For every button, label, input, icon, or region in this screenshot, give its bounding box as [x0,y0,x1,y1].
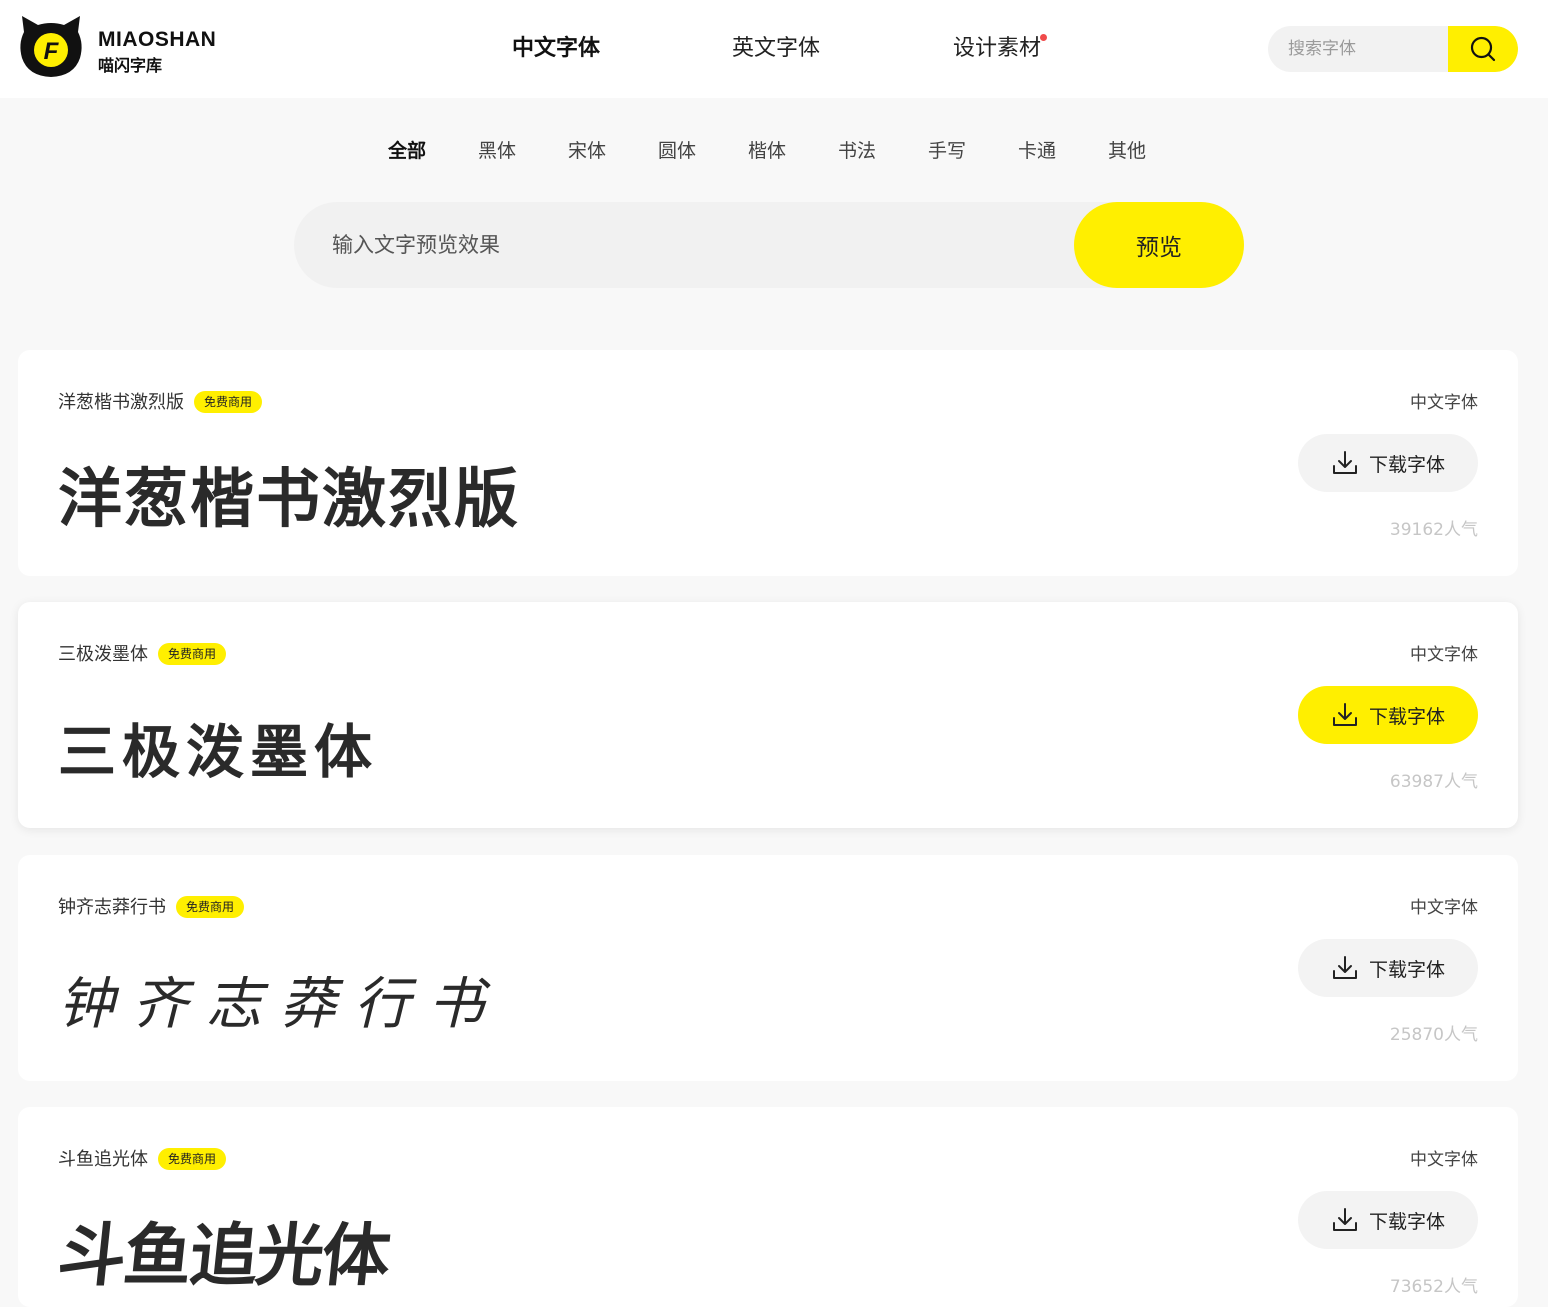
tab-songti[interactable]: 宋体 [568,136,606,163]
font-name: 三极泼墨体 免费商用 [58,640,227,666]
font-category[interactable]: 中文字体 [1410,640,1478,665]
preview-text-input[interactable] [294,202,1054,288]
font-name-label: 三极泼墨体 [58,644,148,665]
tab-calligraphy[interactable]: 书法 [838,136,876,163]
category-tabs: 全部 黑体 宋体 圆体 楷体 书法 手写 卡通 其他 [0,136,1548,166]
search-box [1268,26,1518,72]
font-sample-preview: 斗鱼追光体 [53,1217,393,1296]
font-sample-preview: 钟齐志莽行书 [58,972,502,1037]
nav-english-fonts[interactable]: 英文字体 [732,30,820,70]
nav-design-materials-label: 设计素材 [953,36,1042,61]
font-name: 洋葱楷书激烈版 免费商用 [58,388,263,414]
font-category[interactable]: 中文字体 [1410,1145,1478,1170]
font-sample-preview: 洋葱楷书激烈版 [58,462,520,537]
free-commercial-badge: 免费商用 [158,1148,227,1170]
font-name-label: 洋葱楷书激烈版 [58,392,184,413]
download-icon [1332,451,1357,474]
search-icon [1470,36,1496,62]
font-card[interactable]: 洋葱楷书激烈版 免费商用 中文字体 洋葱楷书激烈版 下载字体 39162人气 [18,350,1518,576]
header: F MIAOSHAN 喵闪字库 中文字体 英文字体 设计素材 [0,0,1548,98]
tab-all[interactable]: 全部 [377,136,437,163]
download-label: 下载字体 [1368,1210,1445,1233]
popularity-count: 73652人气 [1389,1277,1478,1297]
download-icon [1332,956,1357,979]
download-button[interactable]: 下载字体 [1298,939,1478,997]
free-commercial-badge: 免费商用 [194,391,263,413]
search-button[interactable] [1448,26,1518,72]
font-sample-preview: 三极泼墨体 [58,718,379,786]
free-commercial-badge: 免费商用 [176,896,245,918]
download-icon [1332,703,1357,726]
font-category[interactable]: 中文字体 [1410,893,1478,918]
preview-bar: 预览 [294,202,1244,288]
font-name-label: 斗鱼追光体 [58,1149,148,1170]
preview-button[interactable]: 预览 [1074,202,1244,288]
search-input[interactable] [1268,26,1448,72]
notification-dot [1040,34,1048,41]
tab-cartoon[interactable]: 卡通 [1018,136,1056,163]
download-button[interactable]: 下载字体 [1298,434,1478,492]
font-card[interactable]: 三极泼墨体 免费商用 中文字体 三极泼墨体 下载字体 63987人气 [18,602,1518,828]
download-label: 下载字体 [1368,705,1445,728]
free-commercial-badge: 免费商用 [158,643,227,665]
download-button[interactable]: 下载字体 [1298,1191,1478,1249]
font-card[interactable]: 斗鱼追光体 免费商用 中文字体 斗鱼追光体 下载字体 73652人气 [18,1107,1518,1307]
font-name-label: 钟齐志莽行书 [58,897,166,918]
font-card[interactable]: 钟齐志莽行书 免费商用 中文字体 钟齐志莽行书 下载字体 25870人气 [18,855,1518,1081]
popularity-count: 39162人气 [1389,520,1478,540]
download-label: 下载字体 [1368,958,1445,981]
popularity-count: 63987人气 [1389,772,1478,792]
tab-heiti[interactable]: 黑体 [478,136,516,163]
tab-kaiti[interactable]: 楷体 [748,136,786,163]
font-category[interactable]: 中文字体 [1410,388,1478,413]
nav-chinese-fonts[interactable]: 中文字体 [501,30,611,70]
download-button[interactable]: 下载字体 [1298,686,1478,744]
download-label: 下载字体 [1368,453,1445,476]
font-name: 钟齐志莽行书 免费商用 [58,893,245,919]
popularity-count: 25870人气 [1389,1025,1478,1045]
font-name: 斗鱼追光体 免费商用 [58,1145,227,1171]
download-icon [1332,1208,1357,1231]
tab-other[interactable]: 其他 [1108,136,1146,163]
tab-handwriting[interactable]: 手写 [928,136,966,163]
nav-design-materials[interactable]: 设计素材 [953,30,1048,70]
tab-yuanti[interactable]: 圆体 [658,136,696,163]
